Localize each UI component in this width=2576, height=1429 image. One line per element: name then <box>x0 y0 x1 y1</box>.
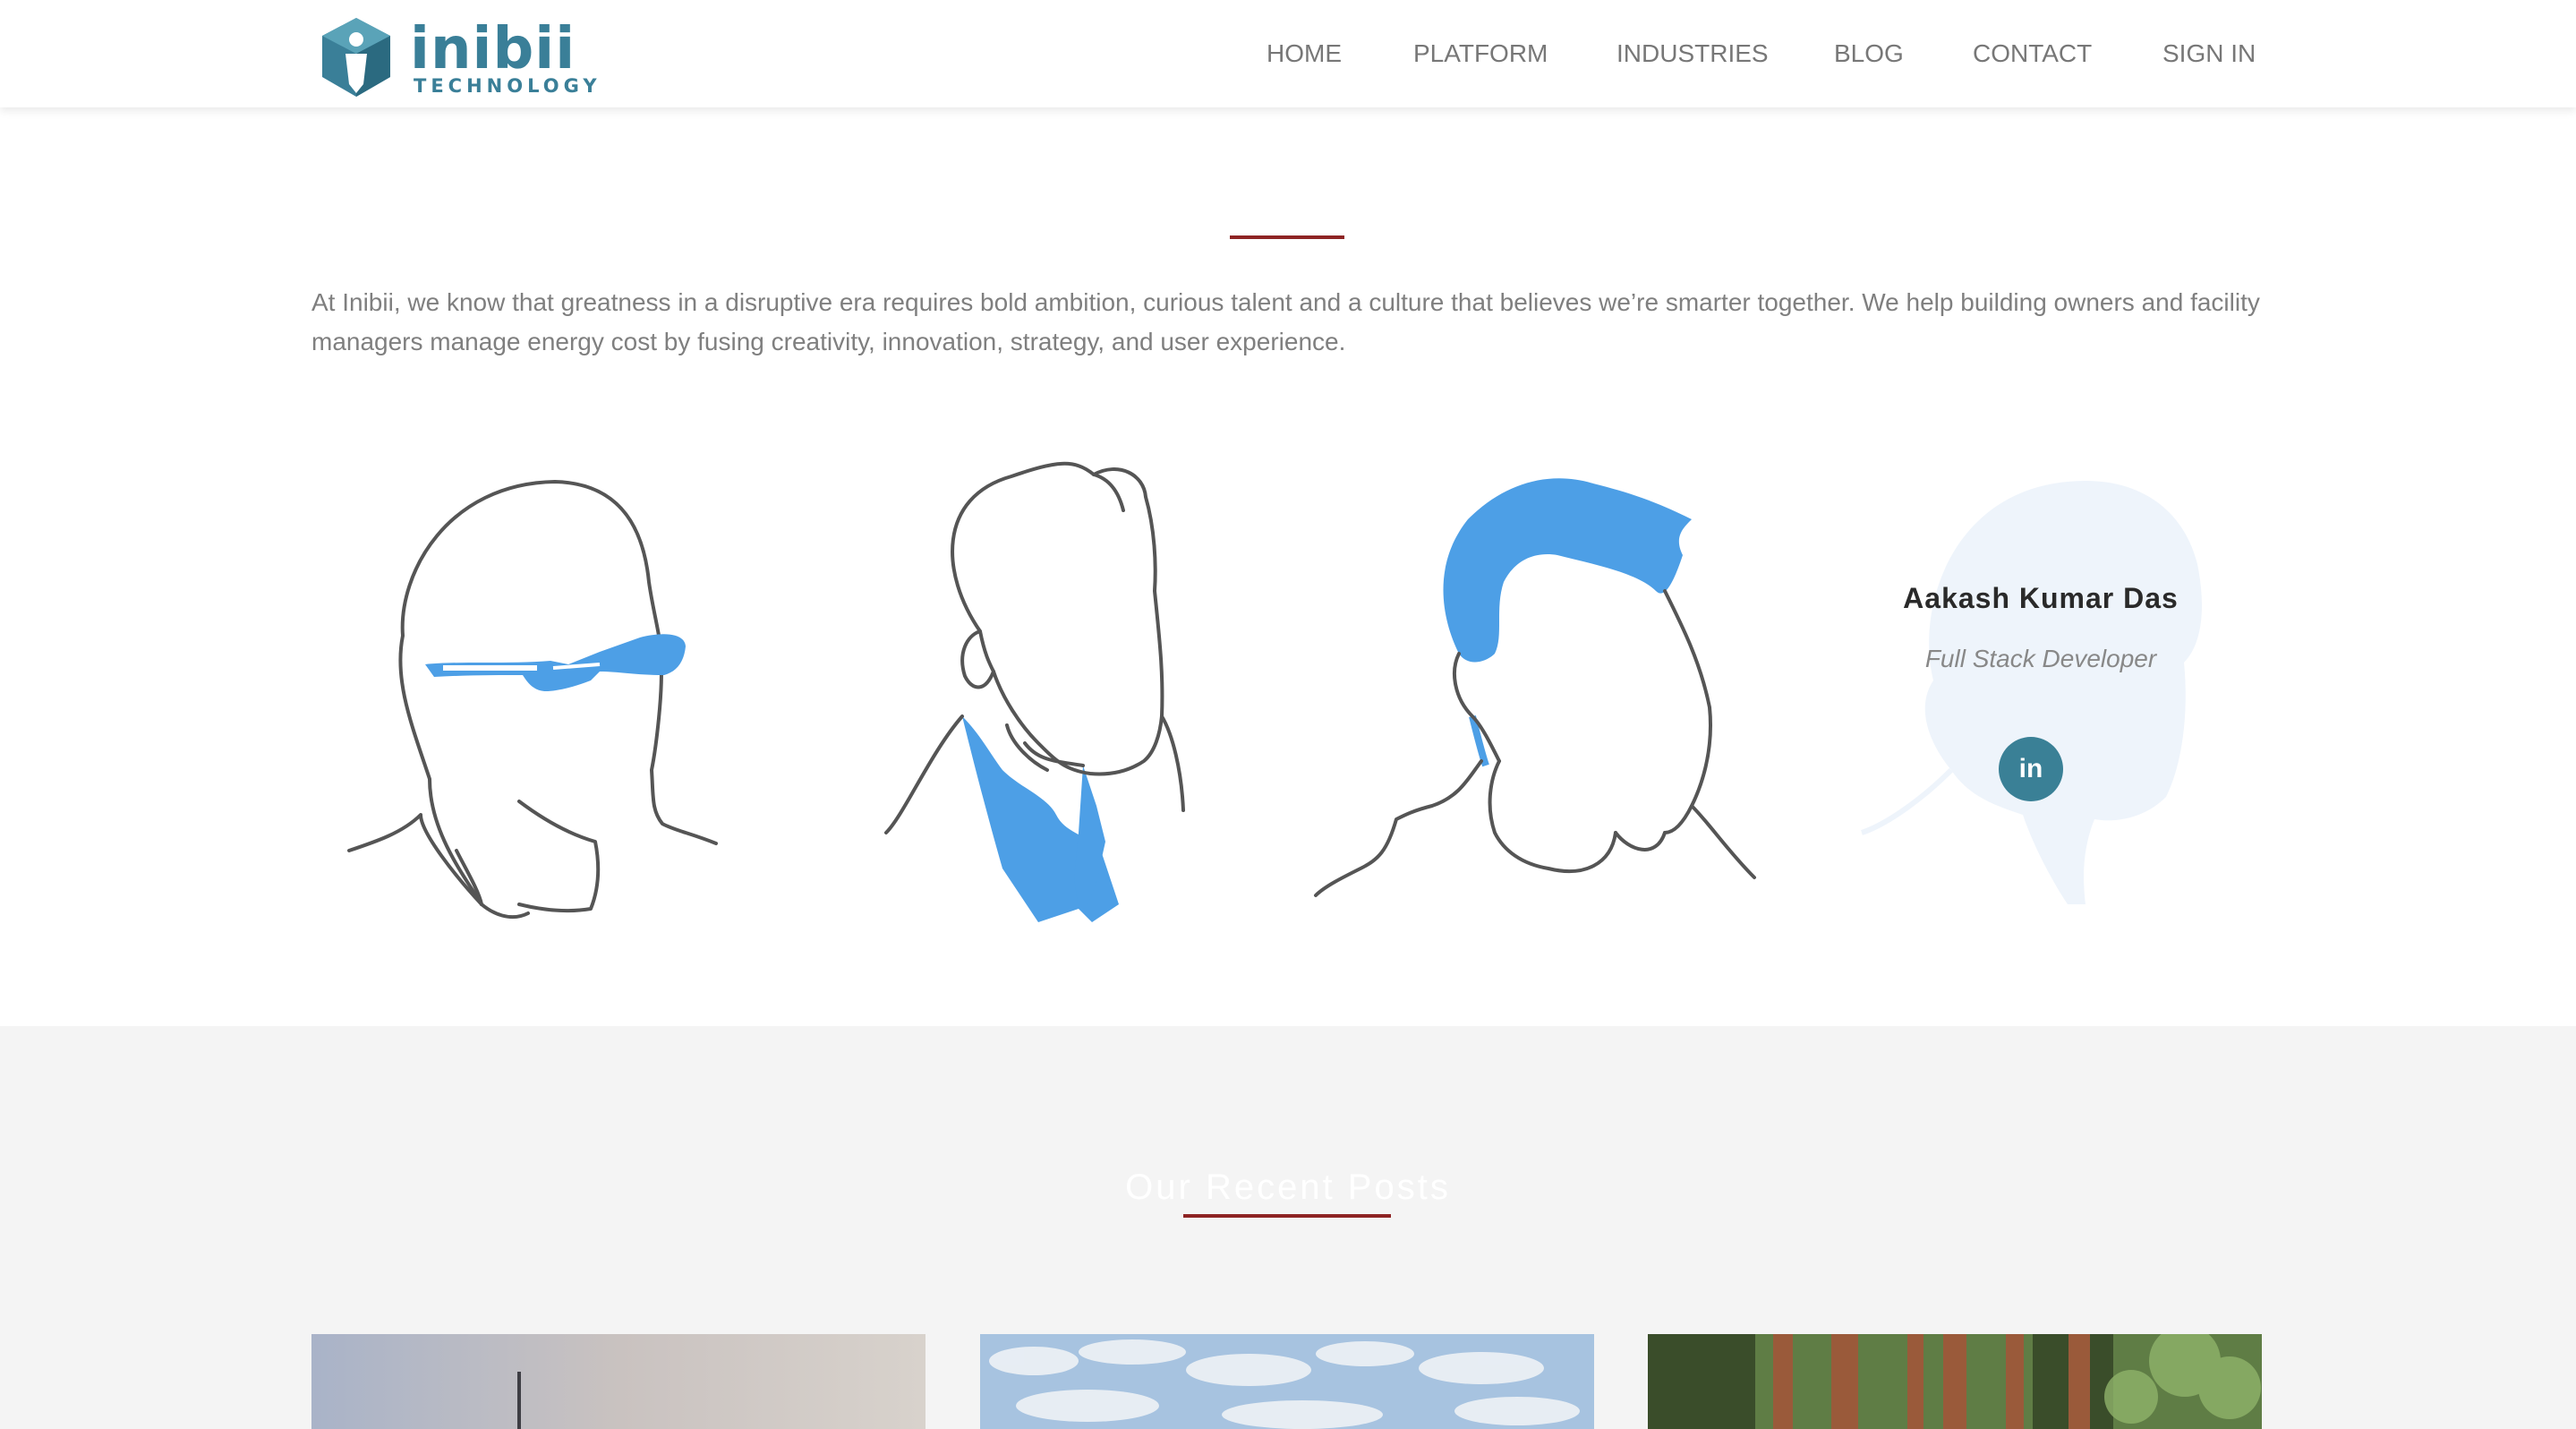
avatar-hair-icon <box>1314 478 1756 897</box>
recent-posts-title: Our Recent Posts <box>1125 1168 1451 1207</box>
site-header: inibii TECHNOLOGY HOME PLATFORM INDUSTRI… <box>0 0 2576 107</box>
posts-title-divider <box>1183 1214 1391 1218</box>
nav-home[interactable]: HOME <box>1267 34 1342 73</box>
avatar-sunglasses-icon <box>347 480 718 920</box>
team-member-illustration[interactable] <box>859 457 1325 940</box>
inibii-logo-icon <box>322 18 390 97</box>
avatar-tie-icon <box>884 461 1185 922</box>
post-image-1 <box>311 1334 925 1429</box>
logo-wordmark: inibii <box>410 16 576 82</box>
nav-contact[interactable]: CONTACT <box>1973 34 2092 73</box>
linkedin-icon[interactable]: in <box>1999 737 2063 801</box>
recent-posts-section: Our Recent Posts <box>0 1026 2576 1429</box>
member-role: Full Stack Developer <box>1924 645 2157 672</box>
member-name: Aakash Kumar Das <box>1903 582 2179 614</box>
avatar-faded-icon <box>1861 480 2202 904</box>
post-thumbnail-1[interactable] <box>311 1334 925 1429</box>
logo-tagline: TECHNOLOGY <box>414 75 601 97</box>
nav-platform[interactable]: PLATFORM <box>1413 34 1548 73</box>
post-thumbnail-3[interactable] <box>1648 1334 2262 1429</box>
nav-sign-in[interactable]: SIGN IN <box>2162 34 2256 73</box>
team-member-illustration[interactable] <box>1307 457 1772 940</box>
team-member-featured[interactable] <box>1844 457 2309 940</box>
nav-industries[interactable]: INDUSTRIES <box>1616 34 1769 73</box>
post-image-2 <box>980 1334 1594 1429</box>
nav-blog[interactable]: BLOG <box>1834 34 1904 73</box>
section-divider <box>1230 235 1344 239</box>
post-thumbnail-2[interactable] <box>980 1334 1594 1429</box>
about-intro-text: At Inibii, we know that greatness in a d… <box>311 288 2260 355</box>
inibii-logo[interactable]: inibii TECHNOLOGY <box>315 13 597 98</box>
team-member-illustration[interactable] <box>331 457 797 940</box>
post-image-3 <box>1648 1334 2262 1429</box>
